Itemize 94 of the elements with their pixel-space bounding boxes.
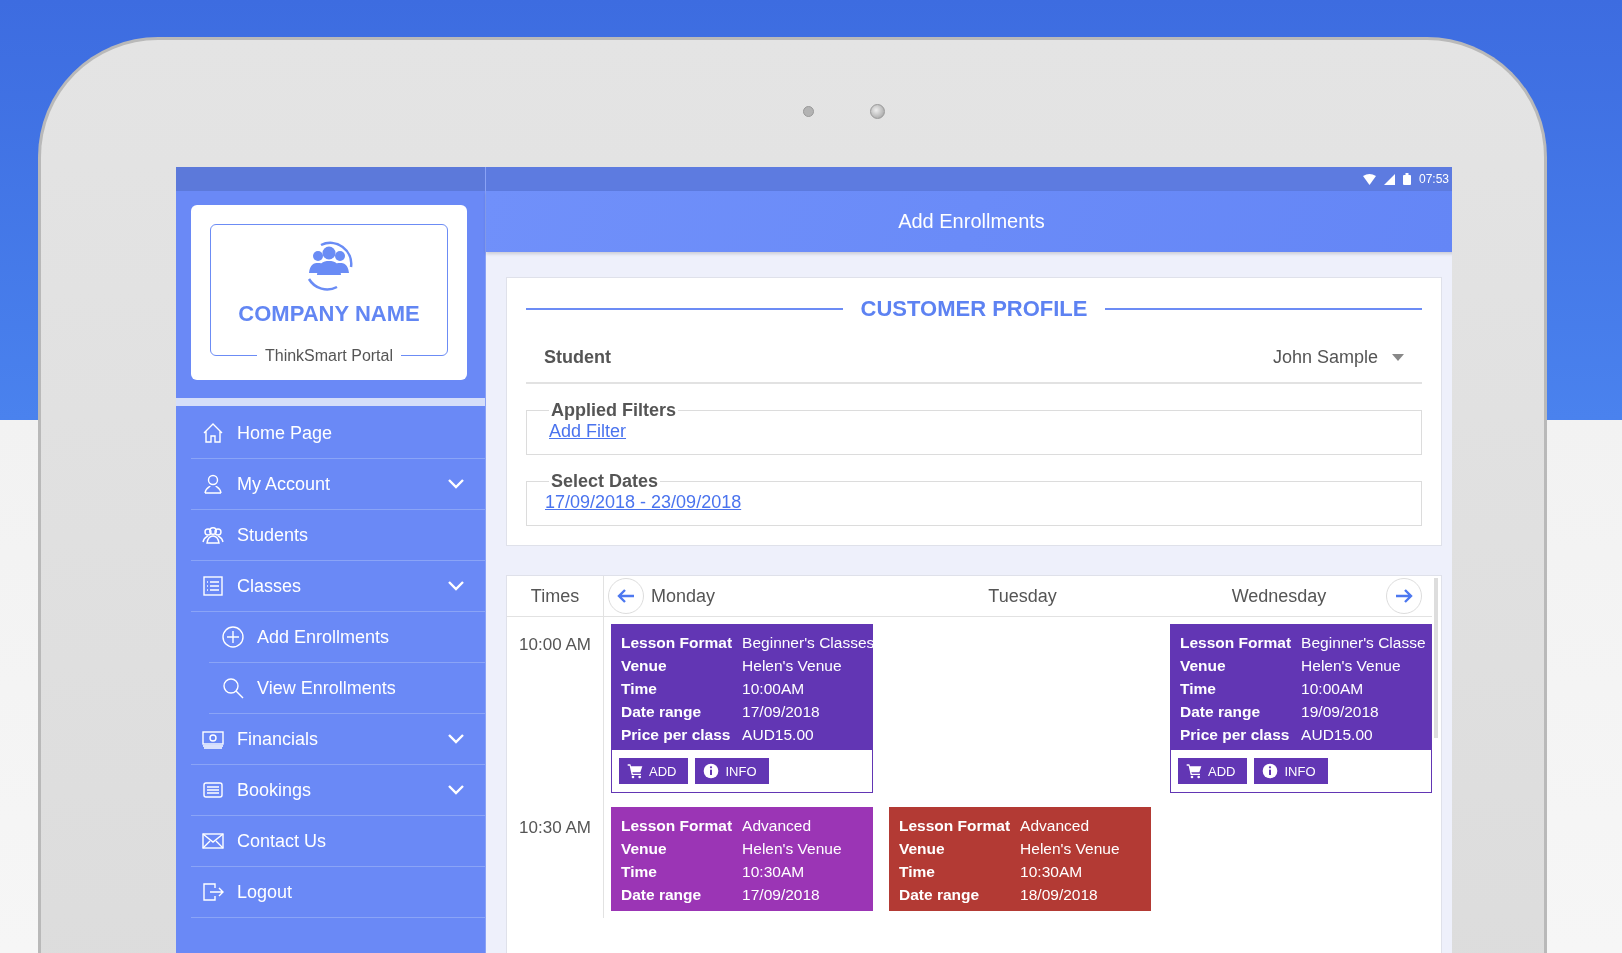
field-label: Venue (621, 840, 668, 858)
chevron-down-icon (447, 478, 465, 490)
cart-icon (1186, 763, 1202, 779)
chevron-down-icon (447, 784, 465, 796)
previous-button[interactable] (608, 578, 644, 614)
home-icon (201, 421, 225, 445)
field-value: Helen's Venue (1020, 840, 1121, 858)
day-header: Tuesday (988, 585, 1057, 607)
student-label: Student (544, 346, 611, 368)
field-value: AUD15.00 (742, 726, 815, 744)
info-icon (1262, 763, 1279, 779)
event-card[interactable]: Lesson Format Beginner's Classes Venue Helen's Venue Time 10:00AM Date range 17/09/2018 Price per class AUD15.00 ADD INFO (611, 624, 873, 793)
search-icon (221, 676, 245, 700)
nav-item[interactable]: Logout (191, 867, 485, 918)
field-label: Date range (899, 886, 981, 904)
student-dropdown[interactable]: John Sample (1272, 346, 1404, 368)
info-button[interactable]: INFO (1254, 758, 1328, 784)
nav-item[interactable]: Classes (191, 561, 485, 612)
field-label: Lesson Format (1180, 634, 1292, 652)
nav-item[interactable]: Students (191, 510, 485, 561)
info-button[interactable]: INFO (695, 758, 769, 784)
field-value: Helen's Venue (1301, 657, 1402, 675)
field-value: Beginner's Classes (742, 634, 875, 652)
nav-item[interactable]: Financials (191, 714, 485, 765)
day-header: Wednesday (1230, 585, 1328, 607)
chevron-down-icon (447, 733, 465, 745)
field-value: Beginner's Classe (1301, 634, 1427, 652)
field-label: Date range (621, 886, 703, 904)
camera-icon (870, 104, 885, 119)
field-label: Lesson Format (621, 817, 733, 835)
list-icon (201, 574, 225, 598)
sensor-icon (803, 106, 814, 117)
battery-icon (1402, 173, 1411, 185)
field-label: Date range (1180, 703, 1262, 721)
next-button[interactable] (1386, 578, 1422, 614)
field-value: 17/09/2018 (742, 703, 821, 721)
section-title: CUSTOMER PROFILE (860, 296, 1088, 322)
info-icon (703, 763, 720, 779)
signal-icon (1383, 173, 1395, 185)
field-label: Price per class (1180, 726, 1291, 744)
field-value: 10:00AM (1301, 680, 1365, 698)
field-value: 10:00AM (742, 680, 806, 698)
cart-icon (627, 763, 643, 779)
field-value: 18/09/2018 (1020, 886, 1099, 904)
event-card[interactable]: Lesson Format Advanced Venue Helen's Venue Time 10:30AM Date range 18/09/2018 (889, 807, 1151, 911)
chevron-down-icon (447, 580, 465, 592)
field-value: 10:30AM (1020, 863, 1084, 881)
time-label: 10:00 AM (519, 635, 591, 654)
person-icon (201, 472, 225, 496)
dates-legend: Select Dates (549, 471, 661, 492)
plus-circle-icon (221, 625, 245, 649)
field-label: Time (621, 680, 658, 698)
nav-item[interactable]: Bookings (191, 765, 485, 816)
column-header: Times (530, 585, 580, 607)
nav-item[interactable]: Home Page (191, 408, 485, 459)
field-label: Time (1180, 680, 1217, 698)
logout-icon (201, 880, 225, 904)
day-header: Monday (651, 585, 716, 607)
add-filter-link[interactable]: Add Filter (549, 421, 627, 441)
filters-legend: Applied Filters (549, 400, 678, 421)
arrow-right-icon (1395, 588, 1413, 604)
dropdown-caret-icon (1392, 353, 1404, 361)
field-label: Venue (621, 657, 668, 675)
field-label: Time (899, 863, 936, 881)
wifi-icon (1362, 173, 1376, 185)
field-label: Lesson Format (899, 817, 1011, 835)
page-title: Add Enrollments (898, 210, 1045, 233)
field-value: AUD15.00 (1301, 726, 1374, 744)
field-value: Advanced (742, 817, 813, 835)
nav-subitem[interactable]: View Enrollments (209, 663, 485, 714)
field-label: Lesson Format (621, 634, 733, 652)
field-label: Time (621, 863, 658, 881)
nav-item[interactable]: My Account (191, 459, 485, 510)
event-card[interactable]: Lesson Format Advanced Venue Helen's Venue Time 10:30AM Date range 17/09/2018 (611, 807, 873, 911)
field-label: Date range (621, 703, 703, 721)
add-button[interactable]: ADD (619, 758, 689, 784)
date-range-link[interactable]: 17/09/2018 - 23/09/2018 (545, 492, 742, 512)
field-value: Helen's Venue (742, 840, 843, 858)
field-label: Venue (899, 840, 946, 858)
field-value: 19/09/2018 (1301, 703, 1380, 721)
nav-item[interactable]: Contact Us (191, 816, 485, 867)
field-value: Advanced (1020, 817, 1091, 835)
status-time: 07:53 (1418, 172, 1449, 186)
company-name: COMPANY NAME (238, 301, 420, 327)
event-card[interactable]: Lesson Format Beginner's Classe Venue Helen's Venue Time 10:00AM Date range 19/09/2018 Price per class AUD15.00 ADD INFO (1170, 624, 1432, 793)
field-label: Price per class (621, 726, 732, 744)
time-label: 10:30 AM (519, 818, 591, 837)
arrow-left-icon (617, 588, 635, 604)
field-value: 17/09/2018 (742, 886, 821, 904)
field-label: Venue (1180, 657, 1227, 675)
field-value: 10:30AM (742, 863, 806, 881)
field-value: Helen's Venue (742, 657, 843, 675)
nav-subitem[interactable]: Add Enrollments (209, 612, 485, 663)
add-button[interactable]: ADD (1178, 758, 1248, 784)
